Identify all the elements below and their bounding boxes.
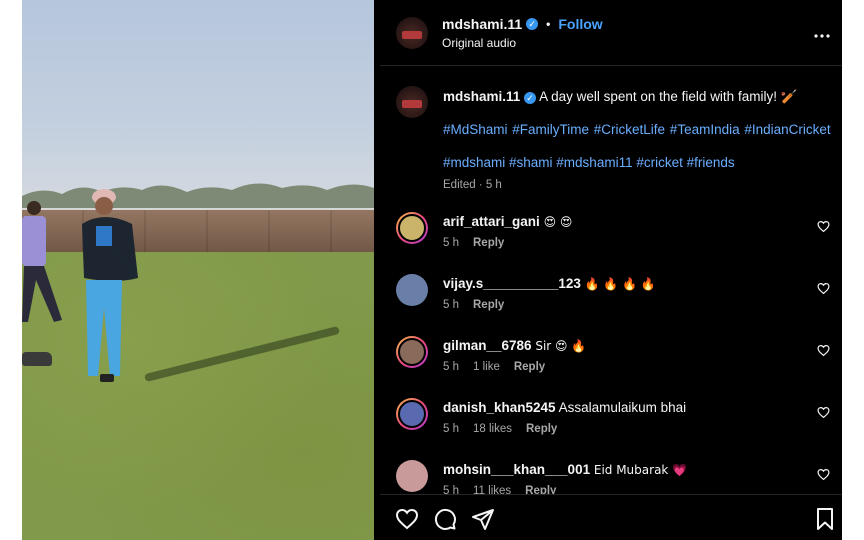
comment-time: 5 h [443,361,459,373]
reply-button[interactable]: Reply [473,299,504,311]
avatar-image [398,338,426,366]
bag-on-grass [22,352,52,366]
comment-likes[interactable]: 11 likes [473,485,511,494]
comment-text: 😍 😍 [543,215,573,229]
comment-item: mohsin___khan___001 Eid Mubarak 💗 5 h 11… [396,460,836,494]
commenter-avatar[interactable] [396,274,428,306]
like-comment-icon[interactable] [817,220,830,233]
comment-text: Eid Mubarak 💗 [593,463,688,477]
comment-time: 5 h [443,423,459,435]
share-icon[interactable] [471,507,495,531]
avatar-image [396,274,428,306]
tree-line [22,183,374,208]
comment-time: 5 h [443,485,459,494]
follow-button[interactable]: Follow [558,16,602,32]
comment-text: 🔥 🔥 🔥 🔥 [584,277,656,291]
commenter-avatar[interactable] [396,398,428,430]
comment-username[interactable]: gilman__6786 [443,338,532,353]
like-comment-icon[interactable] [817,468,830,481]
reply-button[interactable]: Reply [526,423,557,435]
more-options-icon[interactable] [814,22,830,43]
caption-hashtags-1[interactable]: #MdShami #FamilyTime #CricketLife #TeamI… [443,121,833,139]
separator-dot: • [546,17,551,31]
comment-likes[interactable]: 18 likes [473,423,512,435]
comment-icon[interactable] [433,507,457,531]
caption-hashtags-2[interactable]: #mdshami #shami #mdshami11 #cricket #fri… [443,154,833,172]
comment-item: gilman__6786 Sir 😍 🔥 5 h 1 like Reply [396,336,836,392]
verified-icon: ✓ [524,92,537,104]
comment-username[interactable]: vijay.s__________123 [443,276,581,291]
bookmark-icon[interactable] [813,507,837,531]
reel-video[interactable] [22,0,374,540]
person-background [22,201,62,322]
action-bar [380,494,842,540]
comment-text: Sir 😍 🔥 [535,339,587,353]
post-panel: mdshami.11 ✓ • Follow Original audio mds… [380,0,842,540]
heart-icon[interactable] [395,507,419,531]
comment-text: Assalamulaikum bhai [558,400,687,415]
reply-button[interactable]: Reply [514,361,545,373]
avatar-image [398,214,426,242]
comment-text-line: vijay.s__________123 🔥 🔥 🔥 🔥 [443,276,656,291]
comment-text-line: gilman__6786 Sir 😍 🔥 [443,338,586,353]
verified-icon: ✓ [526,18,539,30]
caption-text: A day well spent on the field with famil… [539,89,798,104]
avatar-image [398,400,426,428]
comment-item: vijay.s__________123 🔥 🔥 🔥 🔥 5 h Reply [396,274,836,330]
comment-meta: 5 h 11 likes Reply [443,485,556,494]
bowler [82,189,138,382]
like-comment-icon[interactable] [817,344,830,357]
comment-item: danish_khan5245 Assalamulaikum bhai 5 h … [396,398,836,454]
author-line: mdshami.11 ✓ • Follow [442,16,603,32]
commenter-avatar[interactable] [396,336,428,368]
caption-body: mdshami.11 ✓ A day well spent on the fie… [443,88,833,194]
brick-wall [22,210,374,252]
audio-label[interactable]: Original audio [442,36,516,50]
like-comment-icon[interactable] [817,406,830,419]
reply-button[interactable]: Reply [525,485,556,494]
comment-meta: 5 h Reply [443,237,504,249]
commenter-avatar[interactable] [396,460,428,492]
comment-username[interactable]: mohsin___khan___001 [443,462,590,477]
grass-field [22,252,374,540]
comment-meta: 5 h 1 like Reply [443,361,545,373]
commenter-avatar[interactable] [396,212,428,244]
author-avatar[interactable] [396,17,428,49]
like-comment-icon[interactable] [817,282,830,295]
caption-edited-time: Edited · 5 h [443,179,502,191]
caption-username[interactable]: mdshami.11 [443,89,520,104]
comment-likes[interactable]: 1 like [473,361,500,373]
comment-text-line: danish_khan5245 Assalamulaikum bhai [443,400,686,415]
comment-meta: 5 h 18 likes Reply [443,423,557,435]
comment-meta: 5 h Reply [443,299,504,311]
page-margin [842,0,864,540]
caption-avatar[interactable] [396,86,428,118]
comments-scroll[interactable]: mdshami.11 ✓ A day well spent on the fie… [380,66,842,494]
comment-username[interactable]: danish_khan5245 [443,400,556,415]
avatar-image [396,460,428,492]
author-username[interactable]: mdshami.11 [442,16,522,32]
comment-text-line: arif_attari_gani 😍 😍 [443,214,572,229]
post-header: mdshami.11 ✓ • Follow Original audio [380,0,842,66]
comment-time: 5 h [443,237,459,249]
reply-button[interactable]: Reply [473,237,504,249]
comment-text-line: mohsin___khan___001 Eid Mubarak 💗 [443,462,687,477]
comment-username[interactable]: arif_attari_gani [443,214,540,229]
comment-item: arif_attari_gani 😍 😍 5 h Reply [396,212,836,268]
comment-time: 5 h [443,299,459,311]
